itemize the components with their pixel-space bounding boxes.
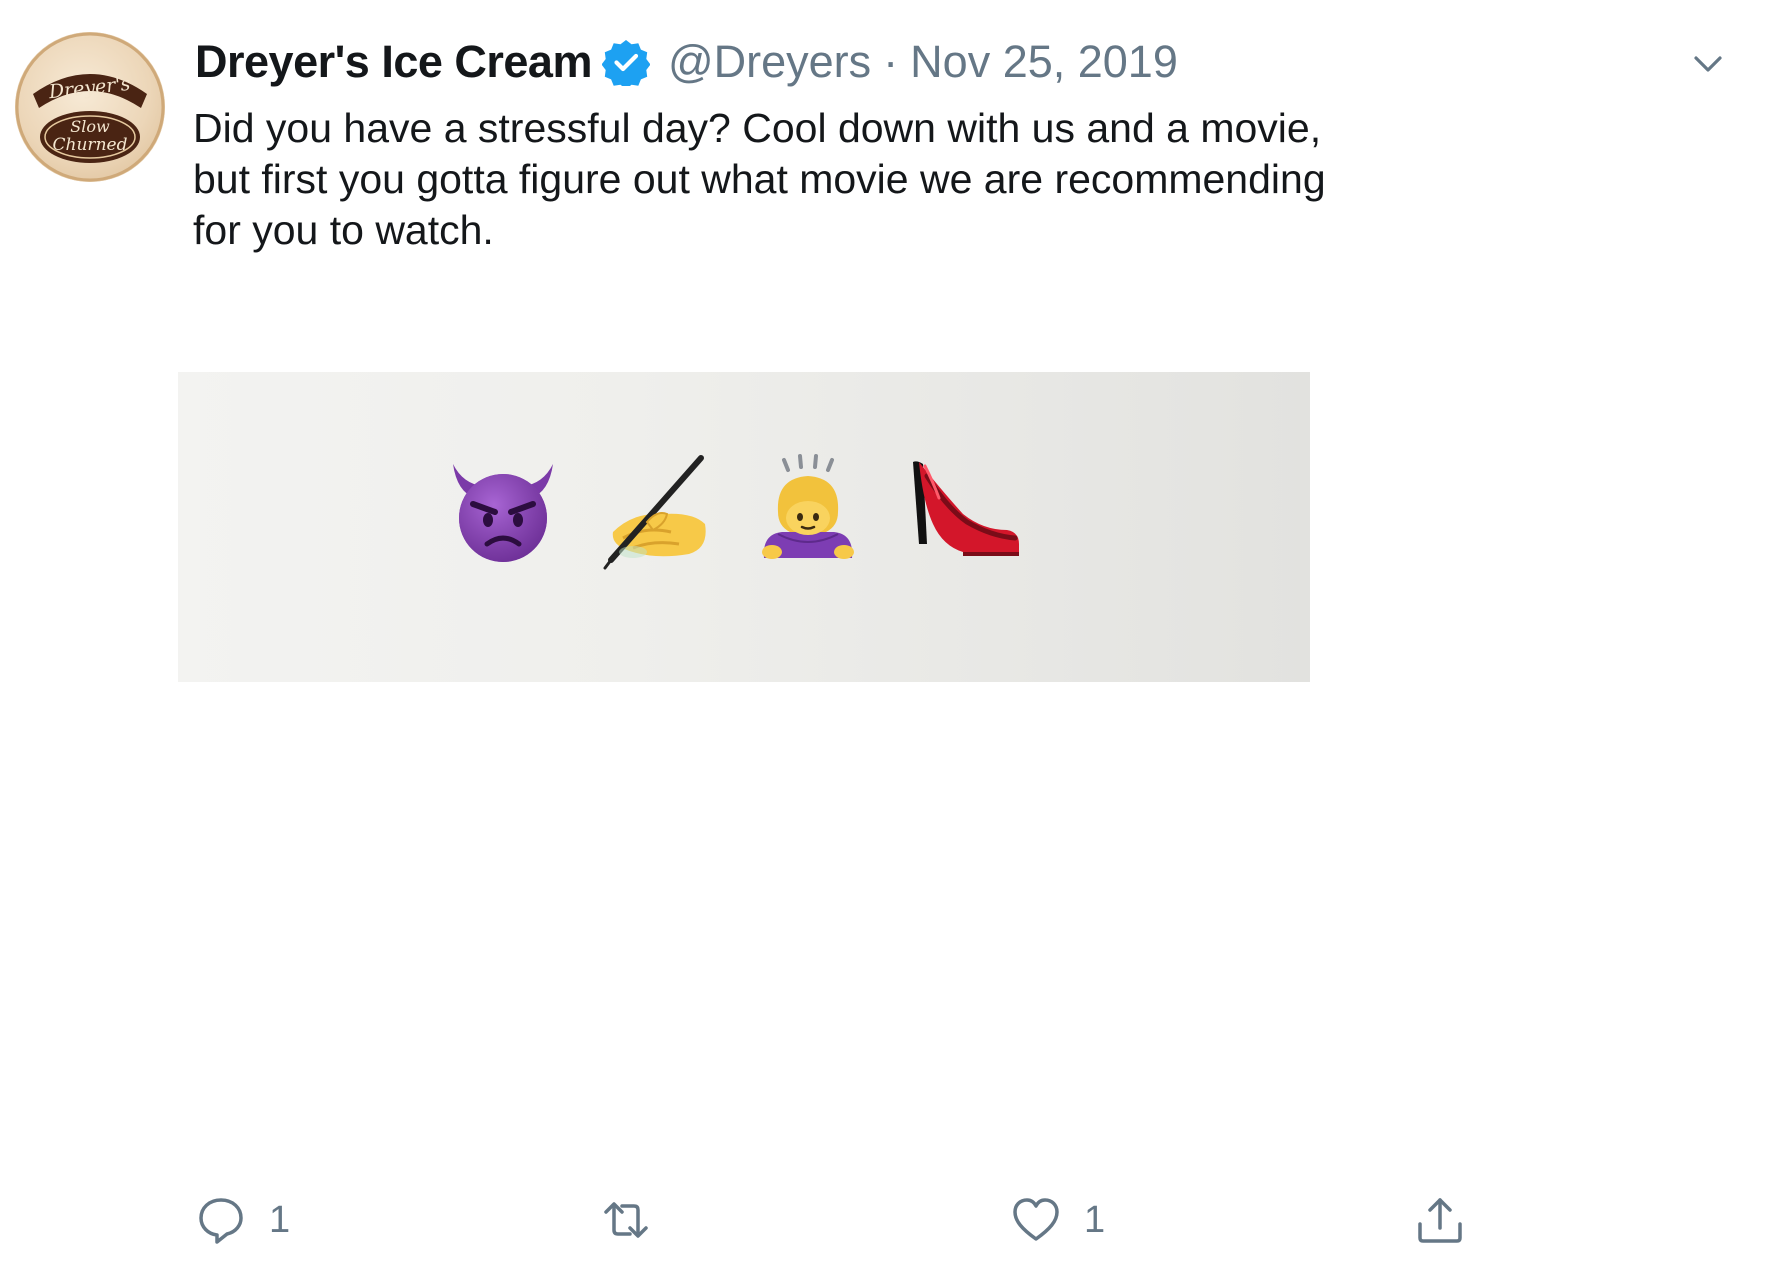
like-button[interactable]: 1 bbox=[1010, 1190, 1105, 1250]
tweet-card[interactable]: Dreyer's Slow Churned Dreyer's Ice Cream… bbox=[0, 0, 1782, 1270]
avatar[interactable]: Dreyer's Slow Churned bbox=[15, 32, 165, 182]
high-heeled-shoe-icon bbox=[903, 452, 1023, 572]
more-options-chevron-down-icon[interactable] bbox=[1688, 44, 1728, 84]
reply-button[interactable]: 1 bbox=[195, 1190, 290, 1250]
svg-text:Churned: Churned bbox=[53, 135, 128, 155]
reply-count: 1 bbox=[269, 1198, 291, 1241]
verified-badge-icon bbox=[601, 38, 650, 86]
retweet-icon bbox=[604, 1202, 648, 1238]
like-count: 1 bbox=[1084, 1198, 1106, 1241]
tweet-header: Dreyer's Ice Cream @Dreyers · Nov 25, 20… bbox=[195, 34, 1178, 90]
heart-icon bbox=[1013, 1198, 1059, 1241]
author-handle[interactable]: @Dreyers bbox=[668, 36, 871, 88]
svg-text:Dreyer's: Dreyer's bbox=[47, 73, 132, 104]
tweet-text: Did you have a stressful day? Cool down … bbox=[193, 105, 1326, 253]
svg-text:Slow: Slow bbox=[70, 117, 110, 136]
tweet-media-image[interactable] bbox=[178, 372, 1310, 682]
tweet-date[interactable]: Nov 25, 2019 bbox=[910, 36, 1178, 88]
angry-devil-face-icon bbox=[443, 452, 563, 572]
reply-icon bbox=[199, 1198, 243, 1244]
writing-hand-icon bbox=[593, 452, 713, 572]
share-button[interactable] bbox=[1414, 1190, 1488, 1250]
tweet-actions: 1 1 bbox=[0, 1190, 1782, 1250]
dreyers-logo-icon: Dreyer's Slow Churned bbox=[15, 32, 165, 182]
person-bowing-icon bbox=[748, 452, 868, 572]
share-icon bbox=[1418, 1198, 1462, 1243]
header-separator: · bbox=[883, 36, 899, 87]
display-name[interactable]: Dreyer's Ice Cream bbox=[195, 36, 592, 88]
retweet-button[interactable] bbox=[600, 1190, 674, 1250]
